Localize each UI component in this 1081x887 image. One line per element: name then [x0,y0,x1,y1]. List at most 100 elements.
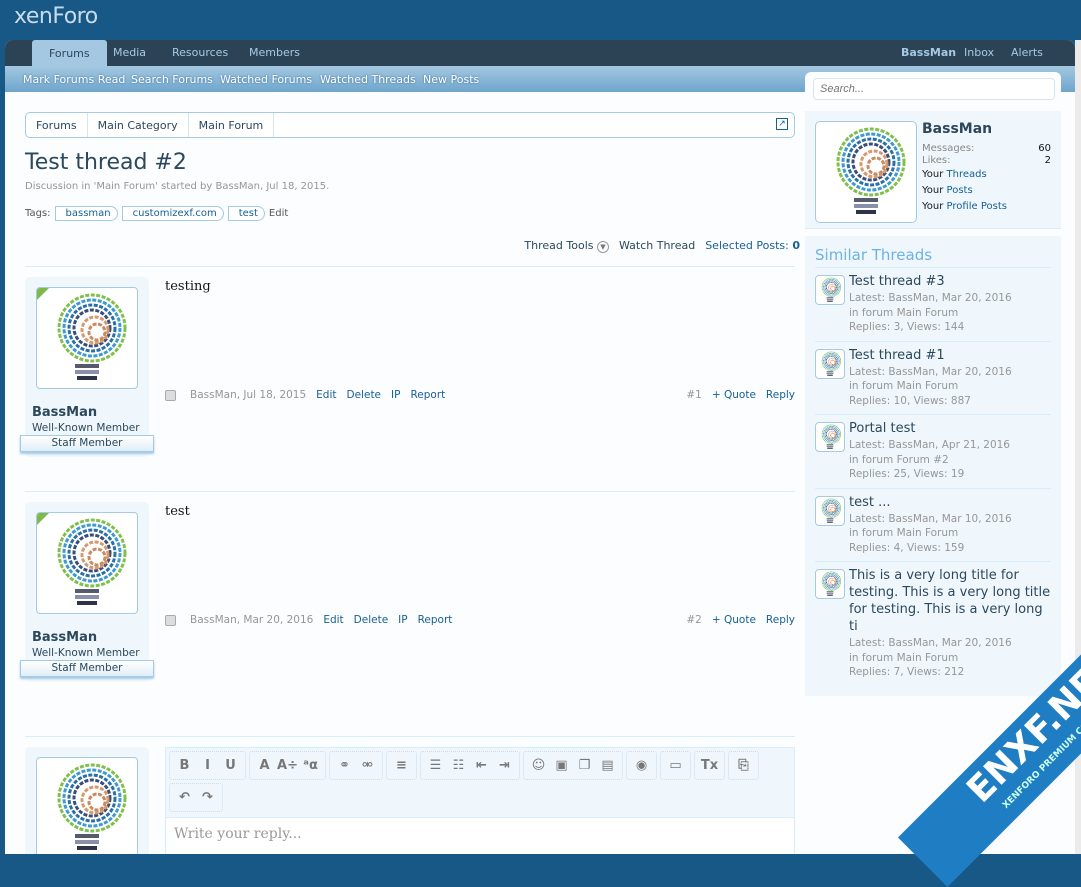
alerts-link[interactable]: Alerts [1011,46,1043,59]
post-number[interactable]: #1 [686,389,701,401]
tab-members[interactable]: Members [249,46,300,59]
search-forums[interactable]: Search Forums [131,73,213,86]
select-post-checkbox[interactable] [165,389,176,401]
posts-link[interactable]: Posts [947,185,973,196]
likes-label: Likes: [922,155,951,166]
bold-icon[interactable]: B [173,758,196,773]
quote-icon[interactable]: ▤ [596,758,619,773]
unlink-icon[interactable]: ⚮ [356,758,379,773]
search-input[interactable] [813,78,1055,100]
post-author[interactable]: BassMan [32,630,97,645]
save-icon[interactable]: ▭ [664,758,687,773]
similar-thread-title[interactable]: Portal test [849,420,1010,437]
align-icon[interactable]: ≡ [390,758,413,773]
image-icon[interactable]: ▣ [550,758,573,773]
similar-thread-title[interactable]: Test thread #1 [849,347,1012,364]
delete-link[interactable]: Delete [354,614,389,626]
tab-forums[interactable]: Forums [32,40,107,67]
avatar[interactable] [36,287,138,389]
bullet-list-icon[interactable]: ☰ [424,758,447,773]
edit-link[interactable]: Edit [323,614,343,626]
your-profile-posts-link[interactable]: Your Profile Posts [922,201,1007,212]
report-link[interactable]: Report [418,614,453,626]
media-icon[interactable]: ❐ [573,758,596,773]
ip-link[interactable]: IP [391,389,400,401]
thread-avatar[interactable] [815,495,845,526]
your-posts-link[interactable]: Your Posts [922,185,973,196]
post-date[interactable]: BassMan, Jul 18, 2015 [190,389,306,401]
similar-thread-title[interactable]: Test thread #3 [849,273,1012,290]
avatar[interactable] [36,757,138,854]
edit-link[interactable]: Edit [316,389,336,401]
tab-media[interactable]: Media [113,46,146,59]
breadcrumb-main-forum[interactable]: Main Forum [189,113,275,137]
thread-avatar[interactable] [815,275,845,305]
post-number[interactable]: #2 [686,614,701,626]
italic-icon[interactable]: I [196,758,219,773]
watched-forums[interactable]: Watched Forums [220,73,312,86]
profile-posts-link[interactable]: Profile Posts [947,201,1007,212]
watch-thread[interactable]: Watch Thread [619,239,695,253]
tag[interactable]: customizexf.com [121,206,224,221]
font-size-icon[interactable]: A÷ [276,758,299,773]
watched-threads[interactable]: Watched Threads [320,73,416,86]
tag[interactable]: bassman [54,206,118,221]
breadcrumb-main-category[interactable]: Main Category [88,113,189,137]
quote-link[interactable]: + Quote [712,389,756,401]
remove-format-icon[interactable]: Tx [698,758,721,773]
similar-thread-item: Test thread #3 Latest: BassMan, Mar 20, … [815,268,1051,342]
reply-link[interactable]: Reply [766,614,795,626]
thread-avatar[interactable] [815,422,845,452]
outdent-icon[interactable]: ⇤ [470,758,493,773]
similar-thread-forum: in forum Forum #2 [849,453,949,466]
your-threads-link[interactable]: Your Threads [922,169,987,180]
bbcode-icon[interactable]: ⎘ [732,758,755,773]
toolbar-group: ▭ [660,751,691,780]
edit-tags[interactable]: Edit [269,208,288,219]
toolbar-group: Tx [694,751,725,780]
thread-avatar[interactable] [815,348,845,379]
reply-input[interactable]: Write your reply... [166,818,794,850]
report-link[interactable]: Report [410,389,445,401]
redo-icon[interactable]: ↷ [196,790,219,805]
inbox-link[interactable]: Inbox [964,46,994,59]
indent-icon[interactable]: ⇥ [493,758,516,773]
similar-thread-title[interactable]: test ... [849,494,1012,511]
post-author[interactable]: BassMan [32,405,97,420]
similar-thread-latest: Latest: BassMan, Apr 21, 2016 [849,439,1010,451]
undo-icon[interactable]: ↶ [173,790,196,805]
breadcrumb-forums[interactable]: Forums [26,113,88,137]
delete-link[interactable]: Delete [347,389,382,401]
mark-forums-read[interactable]: Mark Forums Read [23,73,125,86]
post-date[interactable]: BassMan, Mar 20, 2016 [190,614,313,626]
visitor-name[interactable]: BassMan [922,121,992,137]
smilies-icon[interactable]: ☺ [527,758,550,773]
user-menu[interactable]: BassMan [901,46,956,59]
xenforo-logo[interactable]: xenForo [14,4,98,29]
thread-avatar[interactable] [815,569,845,599]
link-icon[interactable]: ⚭ [333,758,356,773]
page-title: Test thread #2 [25,150,187,175]
thread-tools-menu[interactable]: Thread Tools ▼ [524,239,609,253]
reply-link[interactable]: Reply [766,389,795,401]
camera-icon[interactable]: ◉ [630,758,653,773]
similar-thread-stats: Replies: 3, Views: 144 [849,321,965,333]
tab-resources[interactable]: Resources [172,46,228,59]
tag[interactable]: test [227,206,265,221]
avatar[interactable] [36,512,138,614]
numbered-list-icon[interactable]: ☷ [447,758,470,773]
font-family-icon[interactable]: ᵃα [299,758,322,773]
threads-link[interactable]: Threads [947,169,987,180]
tag-list: Tags: bassman customizexf.com test Edit [25,206,288,221]
underline-icon[interactable]: U [219,758,242,773]
ip-link[interactable]: IP [398,614,407,626]
similar-thread-title[interactable]: This is a very long title for testing. T… [849,567,1051,635]
visitor-avatar[interactable] [815,121,917,223]
select-post-checkbox[interactable] [165,614,176,626]
selected-posts[interactable]: Selected Posts: 0 [705,239,800,253]
quote-link[interactable]: + Quote [712,614,756,626]
text-color-icon[interactable]: A [253,758,276,773]
new-posts[interactable]: New Posts [423,73,479,86]
jump-icon[interactable]: ↗ [776,118,788,130]
quick-reply: B I U A A÷ ᵃα ⚭ ⚮ ≡ ☰ ☷ ⇤ ⇥ ☺ ▣ ❐ ▤ ◉ ▭ Tx ⎘ ↶ ↷ Write your re… [25,736,795,854]
